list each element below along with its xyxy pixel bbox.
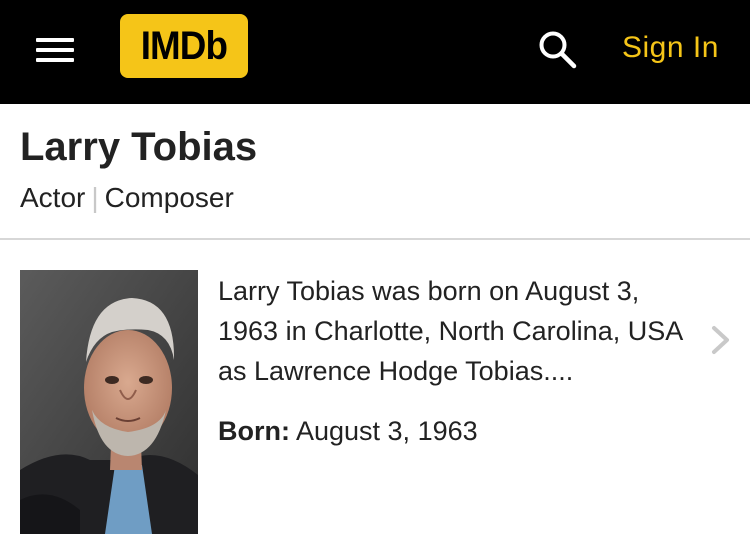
chevron-graphic (712, 326, 729, 354)
search-icon-graphic (539, 31, 577, 69)
person-bio: Larry Tobias was born on August 3, 1963 … (218, 276, 682, 386)
portrait-image (20, 270, 198, 534)
menu-line (36, 58, 74, 62)
sign-in-link[interactable]: Sign In (622, 30, 719, 66)
chevron-right-icon[interactable] (708, 322, 734, 358)
born-label: Born: (218, 416, 290, 446)
birth-info: Born: August 3, 1963 (218, 411, 478, 451)
imdb-logo[interactable]: IMDb (120, 14, 248, 78)
menu-line (36, 38, 74, 42)
hamburger-menu-icon[interactable] (36, 36, 76, 64)
person-roles: Actor | Composer (20, 181, 234, 215)
logo-text: IMDb (140, 24, 228, 68)
top-navigation-bar: IMDb Sign In (0, 0, 750, 104)
person-name: Larry Tobias (20, 125, 258, 169)
search-icon[interactable] (536, 28, 580, 72)
role-composer: Composer (104, 182, 234, 213)
roles-separator: | (91, 182, 99, 213)
person-photo[interactable] (20, 270, 198, 534)
role-actor: Actor (20, 182, 86, 213)
born-date: August 3, 1963 (295, 416, 478, 446)
menu-line (36, 48, 74, 52)
